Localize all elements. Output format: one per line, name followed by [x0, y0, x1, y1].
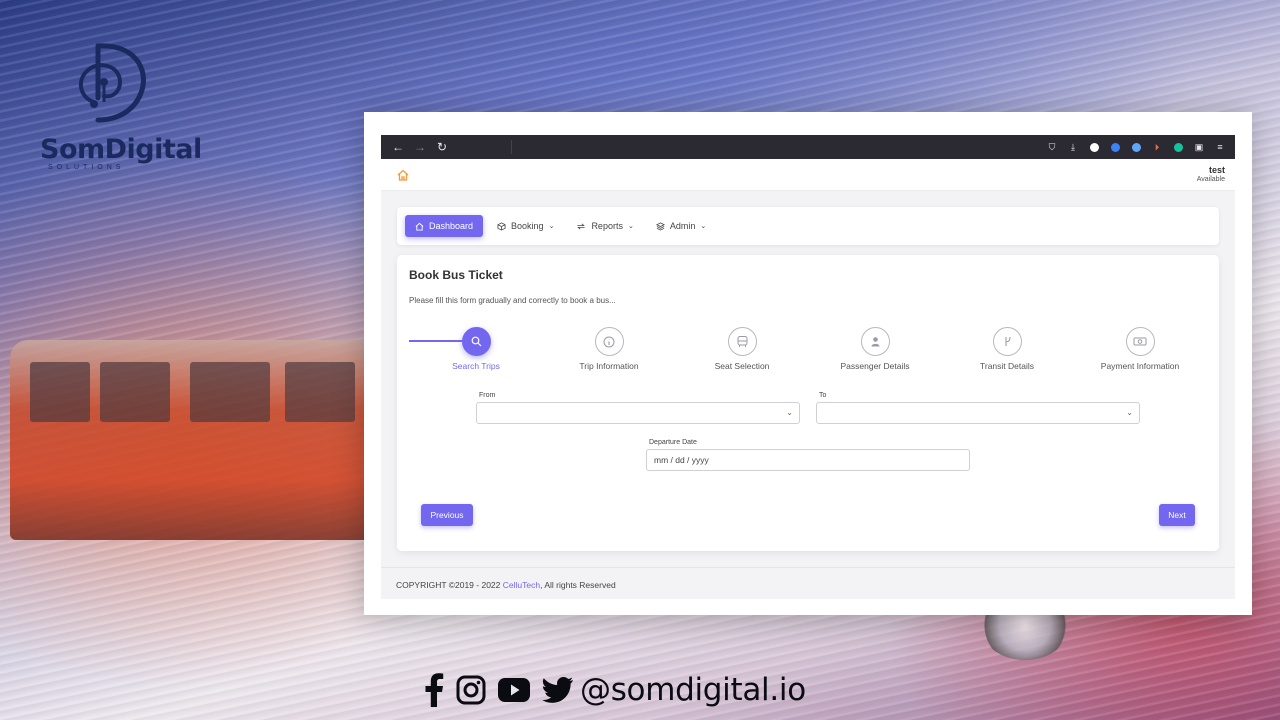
- brand-logo: SomDigital SOLUTIONS: [40, 40, 202, 180]
- step-seat-selection[interactable]: Seat Selection: [677, 327, 807, 371]
- back-arrow-icon[interactable]: ←: [387, 140, 409, 154]
- step-trip-information[interactable]: Trip Information: [544, 327, 674, 371]
- menu-item-booking[interactable]: Booking ⌄: [489, 215, 562, 237]
- to-select[interactable]: ⌄: [816, 402, 1140, 424]
- info-icon[interactable]: [1085, 140, 1103, 154]
- copyright-suffix: , All rights Reserved: [540, 580, 616, 590]
- menu-item-label: Reports: [591, 221, 623, 231]
- browser-toolbar: ← → ↻ ⛉ ⤓ ⏵ ▣ ≡: [381, 135, 1235, 159]
- forward-arrow-icon[interactable]: →: [409, 140, 431, 154]
- download-icon[interactable]: ⤓: [1064, 140, 1082, 154]
- extension-icon[interactable]: [1106, 140, 1124, 154]
- bus-icon: [727, 327, 757, 356]
- url-bar-divider: [511, 140, 512, 154]
- main-menu: Dashboard Booking ⌄ Reports ⌄ Admin ⌄: [397, 207, 1219, 245]
- brand-name: SomDigital: [40, 134, 202, 165]
- money-icon: [1125, 327, 1155, 356]
- social-handle[interactable]: @somdigital.io: [580, 672, 806, 708]
- step-payment-information[interactable]: Payment Information: [1075, 327, 1205, 371]
- home-icon: [415, 222, 424, 231]
- form-description: Please fill this form gradually and corr…: [409, 296, 616, 305]
- chevron-down-icon: ⌄: [1126, 408, 1133, 417]
- home-icon[interactable]: [397, 169, 409, 181]
- next-button[interactable]: Next: [1159, 504, 1195, 526]
- cellutech-link[interactable]: CelluTech: [503, 580, 540, 590]
- menu-item-label: Dashboard: [429, 221, 474, 231]
- menu-item-reports[interactable]: Reports ⌄: [568, 215, 641, 237]
- chevron-down-icon: ⌄: [627, 223, 634, 230]
- menu-item-admin[interactable]: Admin ⌄: [648, 215, 714, 237]
- screenshot-frame: ← → ↻ ⛉ ⤓ ⏵ ▣ ≡ test Available Dashboard…: [364, 112, 1252, 615]
- chevron-down-icon: ⌄: [786, 408, 793, 417]
- menu-item-dashboard[interactable]: Dashboard: [405, 215, 484, 237]
- step-label: Seat Selection: [714, 361, 770, 371]
- from-select[interactable]: ⌄: [476, 402, 800, 424]
- user-status: Available: [1196, 175, 1225, 183]
- menu-item-label: Booking: [511, 221, 544, 231]
- from-label: From: [479, 392, 496, 399]
- layers-icon: [655, 221, 665, 231]
- reader-icon[interactable]: ▣: [1190, 140, 1208, 154]
- step-passenger-details[interactable]: Passenger Details: [810, 327, 940, 371]
- form-title: Book Bus Ticket: [409, 268, 503, 282]
- twitter-icon[interactable]: [542, 677, 574, 703]
- brand-tagline: SOLUTIONS: [48, 164, 125, 171]
- booking-stepper: Search Trips Trip Information Seat Selec…: [397, 327, 1219, 377]
- departure-date-label: Departure Date: [649, 439, 697, 446]
- chevron-down-icon: ⌄: [700, 223, 707, 230]
- step-label: Transit Details: [979, 361, 1034, 371]
- step-label: Passenger Details: [840, 361, 910, 371]
- grammarly-icon[interactable]: [1169, 140, 1187, 154]
- to-label: To: [819, 392, 827, 399]
- info-icon: [594, 327, 624, 356]
- extension-icon[interactable]: ⏵: [1148, 140, 1166, 154]
- facebook-icon[interactable]: [424, 673, 444, 707]
- social-bar: @somdigital.io: [424, 668, 806, 712]
- copyright-text: COPYRIGHT ©2019 - 2022: [396, 580, 503, 590]
- step-search-trips[interactable]: Search Trips: [411, 327, 541, 371]
- reload-icon[interactable]: ↻: [431, 140, 453, 154]
- chevron-down-icon: ⌄: [548, 223, 555, 230]
- step-label: Payment Information: [1100, 361, 1180, 371]
- user-profile[interactable]: test Available: [1196, 165, 1225, 183]
- menu-item-label: Admin: [669, 221, 696, 231]
- previous-button[interactable]: Previous: [421, 504, 473, 526]
- departure-date-input[interactable]: mm / dd / yyyy: [646, 449, 970, 471]
- notification-icon[interactable]: [1127, 140, 1145, 154]
- box-icon: [497, 221, 506, 231]
- youtube-icon[interactable]: [498, 678, 530, 702]
- app-footer: COPYRIGHT ©2019 - 2022 CelluTech, All ri…: [381, 567, 1235, 599]
- user-name: test: [1208, 165, 1225, 176]
- bus-photo: [10, 340, 370, 540]
- booking-form-card: Book Bus Ticket Please fill this form gr…: [397, 255, 1219, 551]
- brand-mark-icon: [78, 43, 146, 123]
- browser-window: ← → ↻ ⛉ ⤓ ⏵ ▣ ≡ test Available Dashboard…: [381, 135, 1235, 599]
- repeat-icon: [577, 223, 586, 229]
- step-transit-details[interactable]: Transit Details: [942, 327, 1072, 371]
- menu-icon[interactable]: ≡: [1211, 140, 1229, 154]
- app-header: test Available: [381, 159, 1235, 191]
- transit-icon: [992, 327, 1022, 356]
- pocket-icon[interactable]: ⛉: [1043, 140, 1061, 154]
- search-icon: [461, 327, 491, 356]
- user-icon: [860, 327, 890, 356]
- step-label: Trip Information: [579, 361, 639, 371]
- instagram-icon[interactable]: [456, 675, 486, 705]
- step-label: Search Trips: [452, 361, 500, 371]
